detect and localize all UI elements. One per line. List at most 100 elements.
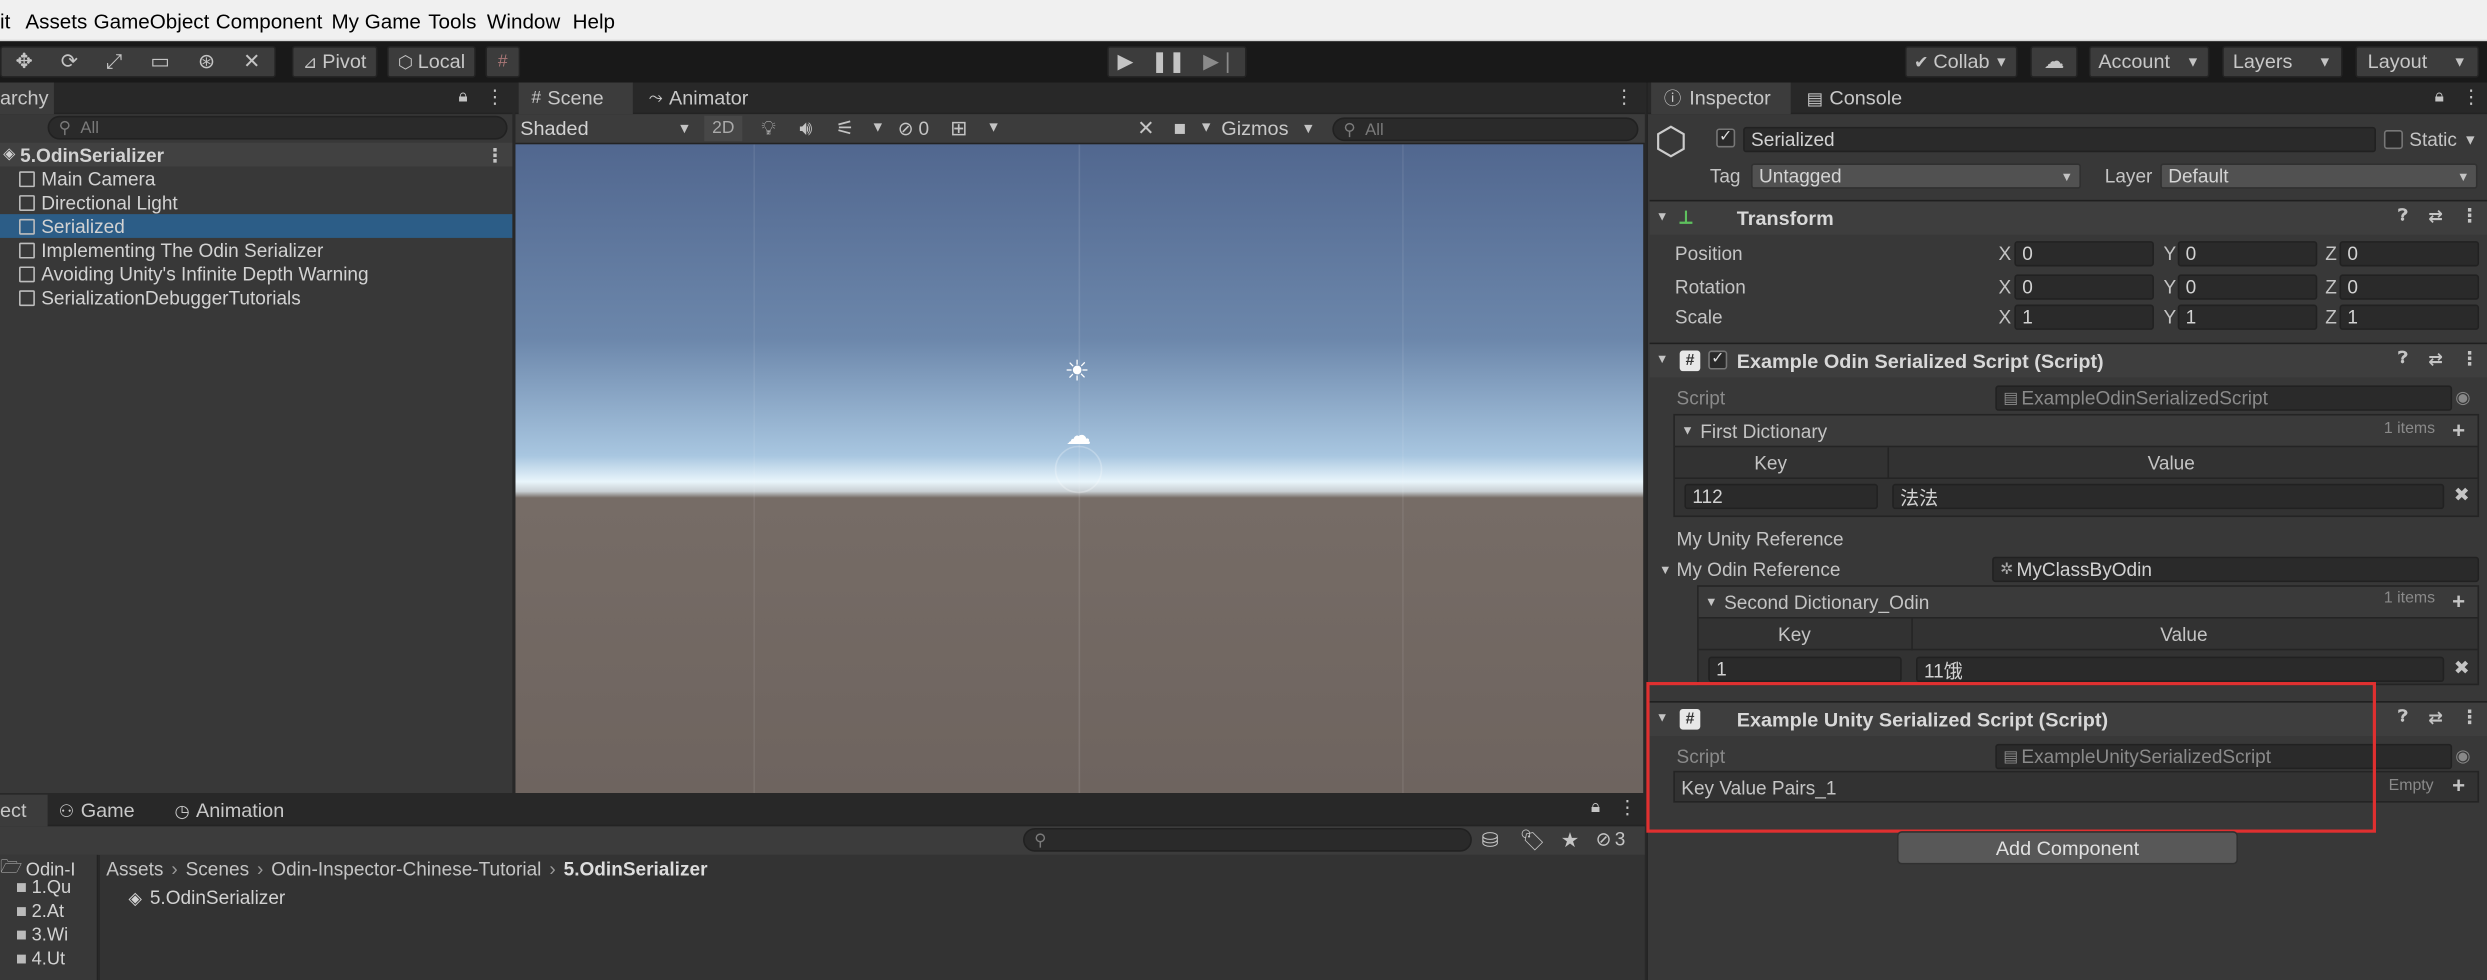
asset-item[interactable]: ◈ 5.OdinSerializer [128, 887, 285, 909]
sun-icon[interactable]: ☀ [1064, 355, 1090, 388]
chevron-down-icon[interactable]: ▼ [1199, 119, 1213, 135]
position-x-field[interactable]: 0 [2014, 241, 2154, 267]
kebab-menu-icon[interactable]: ⋮ [2460, 706, 2479, 728]
active-checkbox[interactable]: ✓ [1716, 128, 1736, 148]
tab-console[interactable]: ▤ Console [1800, 82, 1927, 114]
layout-dropdown[interactable]: Layout ▼ [2355, 45, 2480, 78]
dictionary-header[interactable]: ▼ First Dictionary 1 items + [1674, 415, 2478, 448]
cloud-button[interactable]: ☁ [2030, 45, 2078, 78]
hierarchy-item[interactable]: Directional Light [0, 190, 512, 214]
custom-tool-icon[interactable]: ✕ [243, 49, 260, 74]
tab-project[interactable]: ect [0, 794, 48, 827]
hierarchy-item[interactable]: Avoiding Unity's Infinite Depth Warning [0, 262, 512, 286]
transform-tool-icon[interactable]: ⊛ [198, 49, 215, 74]
filter-type-icon[interactable]: ⛁ [1481, 828, 1498, 853]
folder-item[interactable]: ■ 3.Wi [16, 926, 68, 945]
help-icon[interactable]: ❓︎ [2398, 208, 2408, 225]
add-component-button[interactable]: Add Component [1896, 831, 2238, 865]
help-icon[interactable]: ❓︎ [2398, 351, 2408, 368]
label-icon[interactable]: 🏷︎ [1519, 828, 1545, 853]
scene-search-input[interactable]: ⚲ All [1332, 117, 1639, 142]
kebab-menu-icon[interactable]: ⋮ [1618, 796, 1637, 818]
pause-icon[interactable]: ❚❚ [1151, 49, 1186, 74]
kebab-menu-icon[interactable]: ⋮ [2460, 347, 2479, 369]
menu-window[interactable]: Window [487, 10, 560, 34]
preset-icon[interactable]: ⇄ [2428, 349, 2443, 370]
scale-x-field[interactable]: 1 [2014, 304, 2154, 330]
lock-icon[interactable]: 🔒︎ [2435, 87, 2444, 108]
tab-inspector[interactable]: ⓘ Inspector [1651, 82, 1791, 115]
foldout-icon[interactable]: ▼ [1705, 595, 1718, 609]
tools-icon[interactable]: ✕ [1137, 116, 1154, 141]
hierarchy-item[interactable]: Implementing The Odin Serializer [0, 238, 512, 262]
rotation-x-field[interactable]: 0 [2014, 274, 2154, 300]
breadcrumb-item[interactable]: Scenes [186, 858, 249, 880]
move-tool-icon[interactable]: ✥ [16, 49, 33, 74]
hierarchy-search-input[interactable]: ⚲ All [47, 115, 508, 140]
scale-z-field[interactable]: 1 [2339, 304, 2480, 330]
hierarchy-item[interactable]: SerializationDebuggerTutorials [0, 285, 512, 309]
step-icon[interactable]: ▶❘ [1203, 49, 1236, 74]
component-enabled-checkbox[interactable]: ✓ [1708, 350, 1728, 370]
dictionary-key-field[interactable]: 112 [1684, 483, 1878, 510]
grid-icon[interactable]: ⊞ [950, 116, 967, 141]
menu-edit[interactable]: it [0, 10, 10, 34]
menu-help[interactable]: Help [573, 10, 615, 34]
odin-script-header[interactable]: ▼ # ✓ Example Odin Serialized Script (Sc… [1649, 342, 2487, 378]
grid-snap-button[interactable]: # [485, 45, 521, 78]
rect-tool-icon[interactable]: ▭ [150, 49, 170, 74]
my-odin-reference-field[interactable]: ✲ MyClassByOdin [1992, 556, 2480, 583]
folder-item[interactable]: ■ 1.Qu [16, 879, 71, 898]
help-icon[interactable]: ❓︎ [2398, 709, 2408, 726]
remove-x-icon[interactable]: ✖ [2454, 484, 2470, 506]
tab-animation[interactable]: ◷ Animation [174, 795, 301, 827]
hidden-objects-toggle[interactable]: ⊘ 0 [898, 116, 929, 141]
scene-header[interactable]: ◈ 5.OdinSerializer ⋮ [0, 142, 513, 167]
tab-scene[interactable]: # Scene [518, 82, 633, 115]
tab-animator[interactable]: ⤳ Animator [642, 82, 769, 114]
folder-item[interactable]: ■ 4.Ut [16, 950, 65, 969]
account-dropdown[interactable]: Account ▼ [2088, 45, 2210, 78]
kebab-menu-icon[interactable]: ⋮ [2462, 86, 2481, 108]
remove-x-icon[interactable]: ✖ [2454, 657, 2470, 679]
star-icon[interactable]: ★ [1561, 828, 1579, 853]
shading-dropdown[interactable]: Shaded ▼ [520, 116, 691, 141]
tab-hierarchy[interactable]: archy [0, 82, 54, 115]
menu-gameobject[interactable]: GameObject [94, 10, 210, 34]
tag-dropdown[interactable]: Untagged ▼ [1751, 163, 2081, 189]
chevron-down-icon[interactable]: ▼ [987, 119, 1001, 135]
rotation-z-field[interactable]: 0 [2339, 274, 2480, 300]
object-name-field[interactable]: Serialized [1743, 126, 2376, 153]
gizmos-dropdown[interactable]: Gizmos ▼ [1221, 116, 1315, 141]
preset-icon[interactable]: ⇄ [2428, 206, 2443, 227]
rotate-tool-icon[interactable]: ⟳ [61, 49, 78, 74]
scale-y-field[interactable]: 1 [2177, 304, 2318, 330]
dictionary-header[interactable]: ▼ Second Dictionary_Odin 1 items + [1698, 586, 2478, 619]
menu-tools[interactable]: Tools [428, 10, 476, 34]
foldout-icon[interactable]: ▼ [1659, 563, 1672, 577]
scale-tool-icon[interactable]: ⤢ [106, 49, 123, 74]
rotation-y-field[interactable]: 0 [2177, 274, 2318, 300]
foldout-icon[interactable]: ▼ [1681, 423, 1694, 437]
lighting-icon[interactable]: 💡︎ [761, 116, 775, 141]
static-checkbox[interactable]: ✓ [2383, 130, 2403, 150]
add-plus-icon[interactable]: + [2452, 772, 2465, 797]
lock-icon[interactable]: 🔒︎ [1591, 798, 1600, 819]
audio-icon[interactable]: 🔊︎ [799, 116, 812, 141]
layers-dropdown[interactable]: Layers ▼ [2222, 45, 2343, 78]
transform-tools[interactable]: ✥ ⟳ ⤢ ▭ ⊛ ✕ [0, 45, 276, 78]
dictionary-key-field[interactable]: 1 [1708, 656, 1902, 683]
kebab-menu-icon[interactable]: ⋮ [2460, 205, 2479, 227]
pivot-button[interactable]: ⊿ Pivot [291, 45, 378, 78]
menu-assets[interactable]: Assets [25, 10, 87, 34]
chevron-down-icon[interactable]: ▼ [2463, 132, 2477, 148]
hierarchy-item[interactable]: Main Camera [0, 167, 512, 191]
foldout-icon[interactable]: ▼ [1656, 352, 1669, 366]
hidden-packages-toggle[interactable]: ⊘ 3 [1596, 828, 1626, 850]
chevron-down-icon[interactable]: ▼ [871, 119, 885, 135]
folder-item[interactable]: ■ 2.At [16, 902, 64, 921]
breadcrumb-item[interactable]: Odin-Inspector-Chinese-Tutorial [271, 858, 541, 880]
breadcrumb-item[interactable]: 5.OdinSerializer [564, 858, 708, 880]
kebab-menu-icon[interactable]: ⋮ [485, 86, 504, 108]
kebab-menu-icon[interactable]: ⋮ [485, 144, 504, 166]
